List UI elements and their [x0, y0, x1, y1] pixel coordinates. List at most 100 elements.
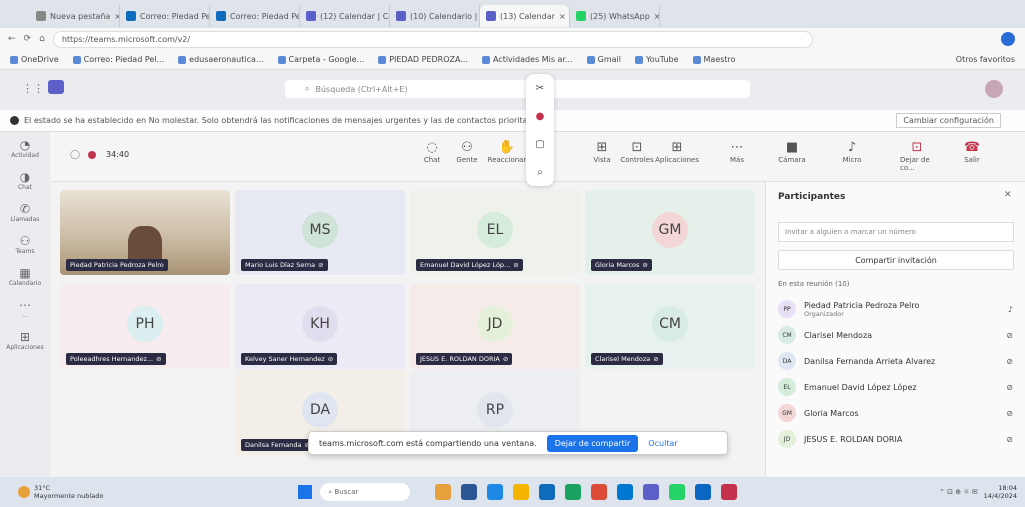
media-control[interactable]: ⊡ Dejar de co...: [900, 140, 934, 172]
url-field[interactable]: https://teams.microsoft.com/v2/: [52, 30, 813, 48]
change-settings-button[interactable]: Cambiar configuración: [896, 113, 1001, 128]
weather-icon[interactable]: [18, 486, 30, 498]
video-tile[interactable]: Piedad Patricia Pedroza Pelro: [60, 190, 230, 275]
zoom-icon[interactable]: ⌕: [537, 167, 543, 178]
copy-icon[interactable]: ▢: [535, 139, 544, 150]
taskbar-app-icon[interactable]: [513, 484, 530, 500]
taskbar-app-icon[interactable]: [487, 484, 504, 500]
video-tile[interactable]: MS Mario Luis Díaz Serna ⊘: [235, 190, 405, 275]
meeting-control[interactable]: ⊡ Controles: [620, 140, 654, 164]
participant-row[interactable]: PP Piedad Patricia Pedroza Pelro Organizad…: [778, 297, 1013, 321]
dnd-notice: El estado se ha establecido en No molest…: [0, 110, 1025, 132]
tab-close-icon[interactable]: ×: [559, 12, 566, 21]
bookmark-item[interactable]: Actividades Mis ar...: [481, 55, 573, 64]
video-tile[interactable]: KH Kelvey Saner Hernandez ⊘: [235, 284, 405, 369]
address-bar-row: ← ⟳ ⌂ https://teams.microsoft.com/v2/: [0, 28, 1025, 50]
participant-row[interactable]: EL Emanuel David López López ⊘: [778, 375, 1013, 399]
bookmark-item[interactable]: Gmail: [586, 55, 621, 64]
record-icon[interactable]: ●: [536, 111, 545, 122]
meeting-control[interactable]: ⊞ Aplicaciones: [655, 140, 699, 164]
media-control[interactable]: ♪ Micro: [835, 140, 869, 164]
taskbar-app-icon[interactable]: [539, 484, 556, 500]
section-header[interactable]: En esta reunión (10): [778, 280, 849, 288]
browser-tab[interactable]: Correo: Piedad Pe×: [120, 5, 210, 27]
browser-tab[interactable]: (13) Calendar ×: [480, 5, 570, 27]
browser-tab[interactable]: Nueva pestaña×: [30, 5, 120, 27]
search-input[interactable]: ⌕ Búsqueda (Ctrl+Alt+E): [285, 80, 750, 98]
rail-label: Chat: [17, 183, 33, 191]
pin-icon[interactable]: ✂: [536, 83, 544, 94]
video-tile[interactable]: GM Gloria Marcos ⊘: [585, 190, 755, 275]
browser-tab[interactable]: (12) Calendar | Co×: [300, 5, 390, 27]
taskbar-app-icon[interactable]: [695, 484, 712, 500]
rail-item[interactable]: ⋯...: [0, 292, 50, 324]
taskbar-app-icon[interactable]: [721, 484, 738, 500]
hide-button[interactable]: Ocultar: [648, 439, 677, 448]
rail-item[interactable]: ✆ Llamadas: [0, 196, 50, 228]
taskbar-app-icon[interactable]: [461, 484, 478, 500]
media-control[interactable]: ■ Cámara: [775, 140, 809, 164]
participant-row[interactable]: GM Gloria Marcos ⊘: [778, 401, 1013, 425]
meeting-control[interactable]: ◌ Chat: [415, 140, 449, 164]
browser-tab[interactable]: Correo: Piedad Pe×: [210, 5, 300, 27]
refresh-icon[interactable]: ⟳: [24, 34, 32, 44]
stop-sharing-button[interactable]: Dejar de compartir: [546, 434, 639, 452]
taskbar-app-icon[interactable]: [643, 484, 660, 500]
participant-name: JESUS E. ROLDAN DORIA: [420, 355, 500, 363]
close-icon[interactable]: ✕: [1004, 190, 1012, 200]
browser-tab[interactable]: (10) Calendario | I×: [390, 5, 480, 27]
rail-item[interactable]: ⊞ Aplicaciones: [0, 324, 50, 356]
video-tile[interactable]: JD JESUS E. ROLDAN DORIA ⊘: [410, 284, 580, 369]
bookmark-label: Gmail: [597, 55, 621, 64]
taskbar-search-label: Buscar: [334, 488, 359, 496]
taskbar-app-icon[interactable]: [435, 484, 452, 500]
invite-input[interactable]: Invitar a alguien o marcar un número: [778, 222, 1014, 242]
video-tile[interactable]: CM Clarisel Mendoza ⊘: [585, 284, 755, 369]
participant-nametag: Kelvey Saner Hernandez ⊘: [241, 353, 338, 365]
meeting-control[interactable]: ⊞ Vista: [585, 140, 619, 164]
user-avatar[interactable]: [985, 80, 1003, 98]
taskbar-app-icon[interactable]: [591, 484, 608, 500]
search-icon: ⌕: [305, 84, 310, 93]
video-tile[interactable]: EL Emanuel David López Lóp... ⊘: [410, 190, 580, 275]
participant-row[interactable]: CM Clarisel Mendoza ⊘: [778, 323, 1013, 347]
clock-time[interactable]: 18:04: [998, 484, 1017, 492]
browser-tab[interactable]: (25) WhatsApp ×: [570, 5, 660, 27]
windows-start-icon[interactable]: [298, 485, 313, 499]
bookmark-item[interactable]: OneDrive: [10, 55, 59, 64]
meeting-control[interactable]: ⚇ Gente: [450, 140, 484, 164]
bookmark-item[interactable]: edusaeronautica...: [178, 55, 264, 64]
meeting-control[interactable]: ✋ Reaccionar: [488, 140, 527, 164]
bookmark-item[interactable]: Maestro: [692, 55, 736, 64]
home-icon[interactable]: ⌂: [39, 34, 45, 44]
rail-item[interactable]: ⚇ Teams: [0, 228, 50, 260]
clock-date[interactable]: 14/4/2024: [984, 492, 1017, 500]
bookmark-item[interactable]: YouTube: [634, 55, 679, 64]
back-icon[interactable]: ←: [8, 34, 16, 44]
taskbar-app-icon[interactable]: [565, 484, 582, 500]
participant-row[interactable]: JD JESUS E. ROLDAN DORIA ⊘: [778, 427, 1013, 451]
participant-name: Gloria Marcos: [595, 261, 640, 269]
system-tray[interactable]: ⌃ ⊡ ⊕ ☼ ✉: [939, 488, 978, 496]
tab-close-icon[interactable]: ×: [654, 12, 659, 21]
share-invite-button[interactable]: Compartir invitación: [778, 250, 1014, 270]
bookmark-item[interactable]: Carpeta - Google...: [277, 55, 364, 64]
participant-avatar: GM: [652, 212, 688, 248]
participant-avatar: JD: [778, 430, 796, 448]
bookmark-item[interactable]: Correo: Piedad Pel...: [72, 55, 164, 64]
participant-row[interactable]: DA Danilsa Fernanda Arrieta Alvarez ⊘: [778, 349, 1013, 373]
rail-item[interactable]: ▦ Calendario: [0, 260, 50, 292]
tab-favicon-icon: [126, 11, 136, 21]
video-tile[interactable]: PH Poleeadhres Hernandez... ⊘: [60, 284, 230, 369]
rail-item[interactable]: ◑ Chat: [0, 164, 50, 196]
bookmark-item[interactable]: PIEDAD PEDROZA...: [378, 55, 468, 64]
other-bookmarks[interactable]: Otros favoritos: [956, 55, 1015, 64]
media-control[interactable]: ☎ Salir: [955, 140, 989, 164]
meeting-control[interactable]: ⋯ Más: [720, 140, 754, 164]
taskbar-app-icon[interactable]: [617, 484, 634, 500]
rail-label: Calendario: [8, 279, 42, 287]
profile-avatar[interactable]: [1001, 32, 1015, 46]
rail-item[interactable]: ◔ Actividad: [0, 132, 50, 164]
taskbar-app-icon[interactable]: [669, 484, 686, 500]
taskbar-search[interactable]: ⌕ Buscar: [320, 483, 411, 501]
